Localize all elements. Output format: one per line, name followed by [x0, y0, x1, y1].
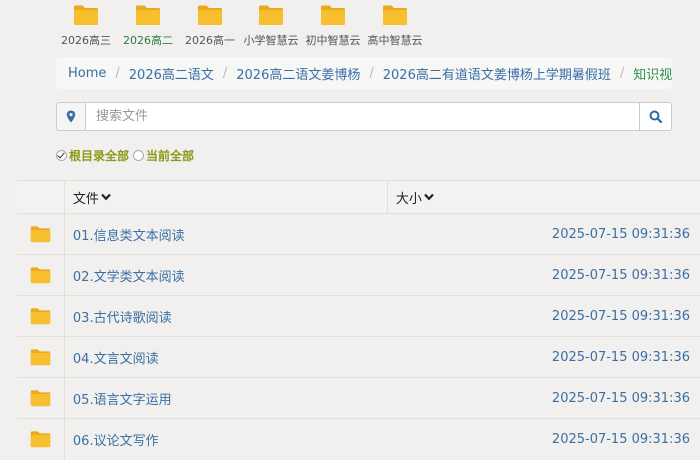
breadcrumb-separator: / — [619, 65, 625, 81]
header-name-label: 文件 — [72, 191, 99, 207]
folder-icon — [258, 4, 284, 26]
header-name-column[interactable]: 文件 — [64, 180, 388, 214]
folder-icon — [17, 295, 65, 337]
radio-button[interactable] — [133, 149, 145, 161]
scope-option-current-all[interactable]: 当前全部 — [133, 147, 194, 164]
table-row[interactable]: 02.文学类文本阅读 2025-07-15 09:31:36 — [17, 254, 700, 296]
table-row[interactable]: 05.语言文字运用 2025-07-15 09:31:36 — [17, 377, 700, 419]
folder-icon — [135, 4, 161, 26]
table-row[interactable]: 06.议论文写作 2025-07-15 09:31:36 — [17, 418, 700, 460]
search-bar — [56, 102, 672, 131]
scope-option-label: 当前全部 — [146, 148, 195, 163]
table-row[interactable]: 04.文言文阅读 2025-07-15 09:31:36 — [17, 336, 700, 378]
file-name-link[interactable]: 05.语言文字运用 — [64, 377, 388, 419]
breadcrumb-link[interactable]: 2026高二语文 — [129, 64, 214, 83]
folder-icon — [320, 4, 346, 26]
file-date: 2025-07-15 09:31:36 — [387, 418, 700, 460]
scope-option-label: 根目录全部 — [69, 148, 130, 163]
table-header-row: 文件 大小 — [17, 180, 700, 214]
breadcrumb-home-link[interactable]: Home — [68, 66, 106, 81]
search-icon — [649, 110, 662, 123]
breadcrumb-current: 知识视频 — [633, 67, 672, 83]
top-folder-bar: 2026高三 2026高二 2026高一 小学智慧云 初中智慧云 高中智慧云 — [0, 0, 700, 54]
table-row[interactable]: 03.古代诗歌阅读 2025-07-15 09:31:36 — [17, 295, 700, 337]
folder-icon — [17, 254, 65, 296]
file-table: 文件 大小 01.信息类文本阅读 2025-07-15 09:31:36 02.… — [17, 180, 700, 460]
breadcrumb: Home / 2026高二语文 / 2026高二语文姜博杨 / 2026高二有道… — [56, 57, 672, 89]
breadcrumb-link[interactable]: 2026高二有道语文姜博杨上学期暑假班 — [383, 64, 611, 83]
file-name-link[interactable]: 03.古代诗歌阅读 — [64, 295, 388, 337]
search-button[interactable] — [640, 102, 672, 131]
folder-icon — [382, 4, 408, 26]
top-folder-senior-cloud[interactable]: 高中智慧云 — [355, 4, 435, 48]
breadcrumb-separator: / — [369, 65, 374, 81]
file-date: 2025-07-15 09:31:36 — [387, 213, 700, 255]
file-name-link[interactable]: 04.文言文阅读 — [64, 336, 388, 378]
file-name-link[interactable]: 06.议论文写作 — [64, 418, 388, 460]
file-date: 2025-07-15 09:31:36 — [387, 254, 700, 296]
file-date: 2025-07-15 09:31:36 — [387, 377, 700, 419]
file-name-link[interactable]: 01.信息类文本阅读 — [64, 213, 388, 255]
check-icon[interactable] — [56, 149, 67, 161]
search-scope-options: 根目录全部 当前全部 — [56, 147, 198, 163]
header-size-column[interactable]: 大小 — [386, 180, 700, 214]
breadcrumb-separator: / — [115, 65, 120, 81]
top-folder-label: 高中智慧云 — [367, 34, 423, 47]
header-size-label: 大小 — [395, 191, 422, 207]
breadcrumb-separator: / — [222, 65, 228, 81]
folder-icon — [17, 377, 65, 419]
folder-icon — [17, 213, 65, 255]
search-input[interactable] — [85, 102, 640, 131]
scope-option-root-all[interactable]: 根目录全部 — [56, 147, 129, 164]
file-date: 2025-07-15 09:31:36 — [387, 295, 700, 337]
table-row[interactable]: 01.信息类文本阅读 2025-07-15 09:31:36 — [17, 213, 700, 255]
chevron-down-icon — [101, 193, 111, 201]
breadcrumb-link[interactable]: 2026高二语文姜博杨 — [236, 64, 360, 83]
location-pin-icon — [56, 102, 85, 131]
header-icon-column — [17, 180, 65, 214]
file-name-link[interactable]: 02.文学类文本阅读 — [64, 254, 388, 296]
folder-icon — [197, 4, 223, 26]
file-date: 2025-07-15 09:31:36 — [387, 336, 700, 378]
folder-icon — [17, 418, 65, 460]
folder-icon — [17, 336, 65, 378]
folder-icon — [73, 4, 99, 26]
chevron-down-icon — [424, 193, 434, 201]
